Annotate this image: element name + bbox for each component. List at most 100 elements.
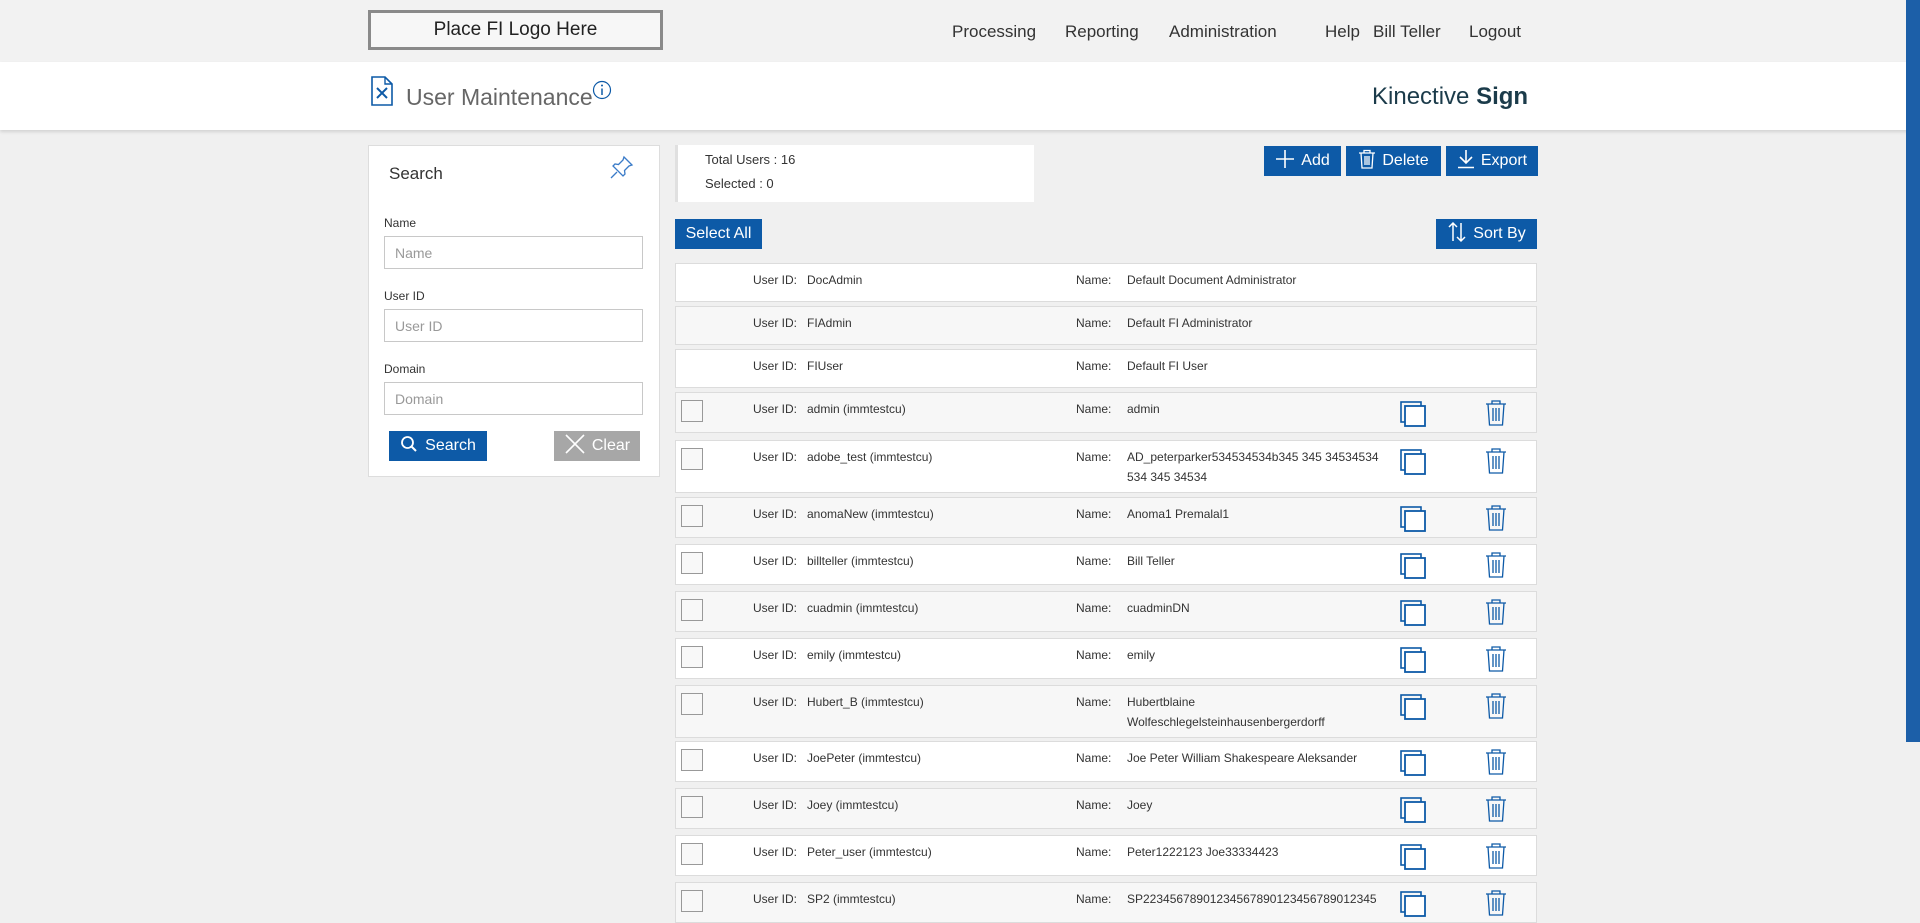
copy-icon[interactable]: [1399, 400, 1427, 431]
user-name-value: Bill Teller: [1127, 554, 1175, 568]
name-label: Name:: [1076, 507, 1112, 521]
trash-icon[interactable]: [1484, 842, 1508, 873]
user-row[interactable]: User ID: SP2 (immtestcu) Name: SP2234567890…: [675, 882, 1537, 923]
user-id-label: User ID: [384, 289, 425, 303]
user-row[interactable]: User ID: emily (immtestcu) Name: emily: [675, 638, 1537, 679]
user-name-value: Anoma1 Premalal1: [1127, 507, 1230, 521]
nav-help[interactable]: Help: [1325, 22, 1360, 42]
user-id-value: JoePeter (immtestcu): [807, 751, 922, 765]
page-title: User Maintenance: [406, 84, 593, 110]
row-checkbox[interactable]: [681, 843, 703, 865]
select-all-button[interactable]: Select All: [675, 219, 762, 249]
copy-icon[interactable]: [1399, 505, 1427, 536]
user-row[interactable]: User ID: JoePeter (immtestcu) Name: Joe Pet…: [675, 741, 1537, 782]
user-row[interactable]: User ID: admin (immtestcu) Name: admin: [675, 392, 1537, 433]
info-icon[interactable]: [592, 80, 612, 105]
logo-placeholder: Place FI Logo Here: [368, 10, 663, 50]
user-id-value: Peter_user (immtestcu): [807, 845, 932, 859]
row-checkbox[interactable]: [681, 646, 703, 668]
trash-icon[interactable]: [1484, 795, 1508, 826]
user-id-label: User ID:: [753, 601, 798, 615]
user-row[interactable]: User ID: FIUser Name: Default FI User: [675, 349, 1537, 388]
name-label: Name:: [1076, 751, 1112, 765]
copy-icon[interactable]: [1399, 693, 1427, 724]
user-row[interactable]: User ID: cuadmin (immtestcu) Name: cuadminD…: [675, 591, 1537, 632]
user-id-value: FIAdmin: [807, 316, 852, 330]
user-id-value: FIUser: [807, 359, 843, 373]
user-row[interactable]: User ID: anomaNew (immtestcu) Name: Anoma1 …: [675, 497, 1537, 538]
user-row[interactable]: User ID: Peter_user (immtestcu) Name: Peter…: [675, 835, 1537, 876]
nav-administration[interactable]: Administration: [1169, 22, 1277, 42]
user-row[interactable]: User ID: billteller (immtestcu) Name: Bill …: [675, 544, 1537, 585]
user-id-label: User ID:: [753, 751, 798, 765]
trash-icon[interactable]: [1484, 889, 1508, 920]
trash-icon[interactable]: [1484, 551, 1508, 582]
user-name-value: Default FI User: [1127, 359, 1208, 373]
trash-icon[interactable]: [1484, 399, 1508, 430]
user-row[interactable]: User ID: Hubert_B (immtestcu) Name: Hubertb…: [675, 685, 1537, 738]
copy-icon[interactable]: [1399, 796, 1427, 827]
copy-icon[interactable]: [1399, 552, 1427, 583]
name-label: Name:: [1076, 554, 1112, 568]
clear-button-label: Clear: [591, 437, 631, 454]
plus-icon: [1275, 149, 1295, 174]
name-label: Name:: [1076, 450, 1112, 464]
user-id-value: anomaNew (immtestcu): [807, 507, 934, 521]
copy-icon[interactable]: [1399, 749, 1427, 780]
row-checkbox[interactable]: [681, 448, 703, 470]
copy-icon[interactable]: [1399, 890, 1427, 921]
user-id-label: User ID:: [753, 845, 798, 859]
name-label: Name: [384, 216, 417, 230]
copy-icon[interactable]: [1399, 599, 1427, 630]
user-row[interactable]: User ID: FIAdmin Name: Default FI Administr…: [675, 306, 1537, 345]
page-scrollbar[interactable]: [1906, 0, 1920, 742]
row-checkbox[interactable]: [681, 599, 703, 621]
trash-icon[interactable]: [1484, 748, 1508, 779]
user-id-value: Joey (immtestcu): [807, 798, 899, 812]
domain-input[interactable]: [384, 382, 643, 415]
search-button[interactable]: Search: [389, 431, 487, 461]
nav-reporting[interactable]: Reporting: [1065, 22, 1139, 42]
user-row[interactable]: User ID: Joey (immtestcu) Name: Joey: [675, 788, 1537, 829]
row-checkbox[interactable]: [681, 796, 703, 818]
search-panel: Search Name User ID Domain Search Clear: [368, 145, 660, 477]
user-id-label: User ID:: [753, 798, 798, 812]
user-id-input[interactable]: [384, 309, 643, 342]
copy-icon[interactable]: [1399, 843, 1427, 874]
domain-label: Domain: [384, 362, 426, 376]
name-label: Name:: [1076, 798, 1112, 812]
user-id-label: User ID:: [753, 892, 798, 906]
row-checkbox[interactable]: [681, 749, 703, 771]
clear-button[interactable]: Clear: [554, 431, 640, 461]
user-row[interactable]: User ID: DocAdmin Name: Default Document Ad…: [675, 263, 1537, 302]
user-name-value: Hubertblaine Wolfeschlegelsteinhausenber…: [1127, 695, 1325, 729]
copy-icon[interactable]: [1399, 448, 1427, 479]
trash-icon[interactable]: [1484, 598, 1508, 629]
user-id-label: User ID:: [753, 554, 798, 568]
add-button[interactable]: Add: [1264, 146, 1341, 176]
row-checkbox[interactable]: [681, 552, 703, 574]
trash-icon[interactable]: [1484, 447, 1508, 478]
sort-by-button[interactable]: Sort By: [1436, 219, 1537, 249]
row-checkbox[interactable]: [681, 890, 703, 912]
row-checkbox[interactable]: [681, 693, 703, 715]
nav-processing[interactable]: Processing: [952, 22, 1036, 42]
user-id-label: User ID:: [753, 507, 798, 521]
delete-button[interactable]: Delete: [1346, 146, 1441, 176]
user-id-value: Hubert_B (immtestcu): [807, 695, 924, 709]
row-checkbox[interactable]: [681, 400, 703, 422]
copy-icon[interactable]: [1399, 646, 1427, 677]
pin-icon[interactable]: [609, 154, 635, 185]
nav-user-bill-teller[interactable]: Bill Teller: [1373, 22, 1441, 42]
user-id-label: User ID:: [753, 359, 798, 373]
row-checkbox[interactable]: [681, 505, 703, 527]
trash-icon[interactable]: [1484, 645, 1508, 676]
user-row[interactable]: User ID: adobe_test (immtestcu) Name: AD_pe…: [675, 440, 1537, 493]
name-label: Name:: [1076, 402, 1112, 416]
name-input[interactable]: [384, 236, 643, 269]
export-button[interactable]: Export: [1446, 146, 1538, 176]
nav-logout[interactable]: Logout: [1469, 22, 1521, 42]
trash-icon[interactable]: [1484, 504, 1508, 535]
user-id-label: User ID:: [753, 450, 798, 464]
trash-icon[interactable]: [1484, 692, 1508, 723]
